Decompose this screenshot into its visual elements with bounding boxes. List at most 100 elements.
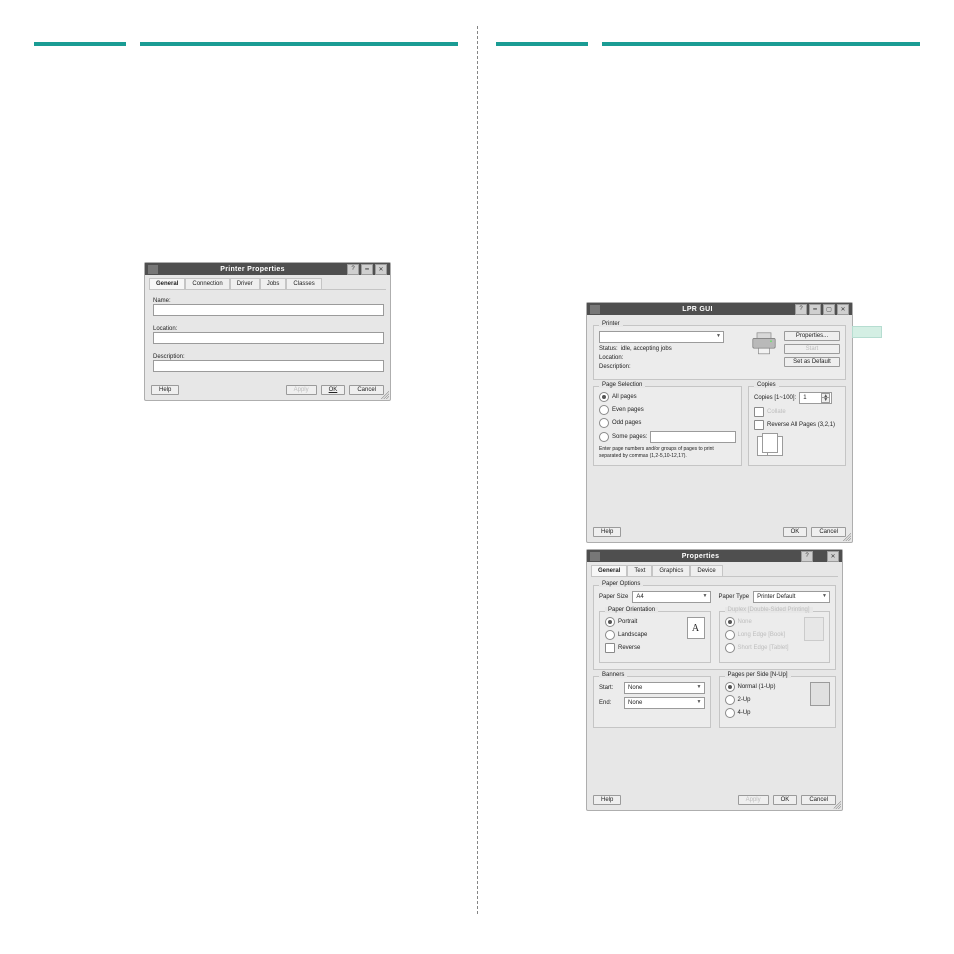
radio-duplex-long bbox=[725, 630, 735, 640]
apply-button[interactable]: Apply bbox=[286, 385, 317, 395]
orientation-preview-icon: A bbox=[687, 617, 705, 639]
copies-legend: Copies bbox=[754, 382, 779, 388]
orientation-legend: Paper Orientation bbox=[605, 607, 658, 613]
maximize-button[interactable]: ▢ bbox=[823, 304, 835, 315]
duplex-fieldset: Duplex [Double-Sided Printing] None Long… bbox=[719, 611, 831, 663]
nup-preview-icon bbox=[810, 682, 830, 706]
help-button[interactable]: Help bbox=[593, 527, 621, 537]
radio-portrait[interactable] bbox=[605, 617, 615, 627]
titlebar-spacer bbox=[815, 551, 825, 560]
reverse-orientation-checkbox[interactable] bbox=[605, 643, 615, 653]
tab-general[interactable]: General bbox=[591, 565, 627, 576]
close-button[interactable]: ✕ bbox=[837, 304, 849, 315]
desc-label: Description: bbox=[599, 364, 631, 370]
landscape-label: Landscape bbox=[618, 632, 647, 638]
printer-icon bbox=[750, 331, 778, 373]
tab-general[interactable]: General bbox=[149, 278, 185, 289]
help-button[interactable]: Help bbox=[151, 385, 179, 395]
banner-end-select[interactable]: None bbox=[624, 697, 705, 709]
page-selection-legend: Page Selection bbox=[599, 382, 645, 388]
ok-button[interactable]: OK bbox=[783, 527, 808, 537]
printer-fieldset: Printer Status: idle, accepting jobs Loc… bbox=[593, 325, 846, 380]
paper-size-select[interactable]: A4 bbox=[632, 591, 710, 603]
app-icon bbox=[590, 305, 600, 314]
duplex-short-label: Short Edge [Tablet] bbox=[738, 645, 789, 651]
reverse-checkbox[interactable] bbox=[754, 420, 764, 430]
properties-callout-highlight bbox=[852, 326, 882, 338]
tab-jobs[interactable]: Jobs bbox=[260, 278, 287, 289]
label-2up: 2-Up bbox=[738, 697, 751, 703]
some-pages-label: Some pages: bbox=[612, 434, 647, 440]
window-title: LPR GUI bbox=[600, 306, 795, 313]
radio-even-pages[interactable] bbox=[599, 405, 609, 415]
printer-properties-dialog: Printer Properties ? ━ ✕ General Connect… bbox=[144, 262, 391, 401]
duplex-long-label: Long Edge [Book] bbox=[738, 632, 786, 638]
apply-button[interactable]: Apply bbox=[738, 795, 769, 805]
start-button[interactable]: Start bbox=[784, 344, 840, 354]
radio-odd-pages[interactable] bbox=[599, 418, 609, 428]
properties-dialog: Properties ? ✕ General Text Graphics Dev… bbox=[586, 549, 843, 811]
resize-grip-icon[interactable] bbox=[843, 533, 851, 541]
tab-connection[interactable]: Connection bbox=[185, 278, 229, 289]
help-button[interactable]: Help bbox=[593, 795, 621, 805]
radio-some-pages[interactable] bbox=[599, 432, 609, 442]
minimize-button[interactable]: ━ bbox=[361, 264, 373, 275]
cancel-button[interactable]: Cancel bbox=[801, 795, 836, 805]
help-titlebar-button[interactable]: ? bbox=[347, 264, 359, 275]
copies-fieldset: Copies Copies [1~100]: 1 Collate Reverse… bbox=[748, 386, 846, 466]
banner-start-select[interactable]: None bbox=[624, 682, 705, 694]
properties-button[interactable]: Properties... bbox=[784, 331, 840, 341]
help-titlebar-button[interactable]: ? bbox=[801, 551, 813, 562]
location-input[interactable] bbox=[153, 332, 384, 344]
location-label: Location: bbox=[599, 355, 623, 361]
description-input[interactable] bbox=[153, 360, 384, 372]
minimize-button[interactable]: ━ bbox=[809, 304, 821, 315]
radio-1up[interactable] bbox=[725, 682, 735, 692]
ok-button[interactable]: OK bbox=[773, 795, 798, 805]
center-divider bbox=[477, 26, 478, 914]
tab-driver[interactable]: Driver bbox=[230, 278, 260, 289]
even-pages-label: Even pages bbox=[612, 407, 644, 413]
titlebar: Printer Properties ? ━ ✕ bbox=[145, 263, 390, 275]
banners-fieldset: Banners Start: None End: None bbox=[593, 676, 711, 728]
resize-grip-icon[interactable] bbox=[381, 391, 389, 399]
app-icon bbox=[148, 265, 158, 274]
label-1up: Normal (1-Up) bbox=[738, 684, 776, 690]
copies-label: Copies [1~100]: bbox=[754, 395, 796, 401]
radio-landscape[interactable] bbox=[605, 630, 615, 640]
radio-2up[interactable] bbox=[725, 695, 735, 705]
resize-grip-icon[interactable] bbox=[833, 801, 841, 809]
name-input[interactable] bbox=[153, 304, 384, 316]
tabs: General Connection Driver Jobs Classes bbox=[145, 275, 390, 289]
ok-button[interactable]: OK bbox=[321, 385, 346, 395]
cancel-button[interactable]: Cancel bbox=[811, 527, 846, 537]
radio-4up[interactable] bbox=[725, 708, 735, 718]
dialog-footer: Help OK Cancel bbox=[587, 522, 852, 542]
tab-text[interactable]: Text bbox=[627, 565, 652, 576]
app-icon bbox=[590, 552, 600, 561]
radio-all-pages[interactable] bbox=[599, 392, 609, 402]
tab-device[interactable]: Device bbox=[690, 565, 722, 576]
lpr-gui-dialog: LPR GUI ? ━ ▢ ✕ Printer Status: idle, ac… bbox=[586, 302, 853, 543]
titlebar: LPR GUI ? ━ ▢ ✕ bbox=[587, 303, 852, 315]
help-titlebar-button[interactable]: ? bbox=[795, 304, 807, 315]
page-selection-fieldset: Page Selection All pages Even pages Odd … bbox=[593, 386, 742, 466]
window-title: Properties bbox=[600, 553, 801, 560]
printer-select[interactable] bbox=[599, 331, 724, 343]
collate-checkbox[interactable] bbox=[754, 407, 764, 417]
close-button[interactable]: ✕ bbox=[375, 264, 387, 275]
tab-graphics[interactable]: Graphics bbox=[652, 565, 690, 576]
cancel-button[interactable]: Cancel bbox=[349, 385, 384, 395]
banner-start-label: Start: bbox=[599, 685, 621, 691]
dialog-footer: Help Apply OK Cancel bbox=[145, 380, 390, 400]
copies-spinner[interactable]: 1 bbox=[799, 392, 832, 404]
set-default-button[interactable]: Set as Default bbox=[784, 357, 840, 367]
status-label: Status: bbox=[599, 346, 618, 352]
paper-type-select[interactable]: Printer Default bbox=[753, 591, 830, 603]
collate-label: Collate bbox=[767, 409, 786, 415]
page-stack-icon bbox=[754, 433, 786, 457]
page-range-input[interactable] bbox=[650, 431, 736, 443]
tab-classes[interactable]: Classes bbox=[286, 278, 321, 289]
close-button[interactable]: ✕ bbox=[827, 551, 839, 562]
duplex-preview-icon bbox=[804, 617, 824, 641]
